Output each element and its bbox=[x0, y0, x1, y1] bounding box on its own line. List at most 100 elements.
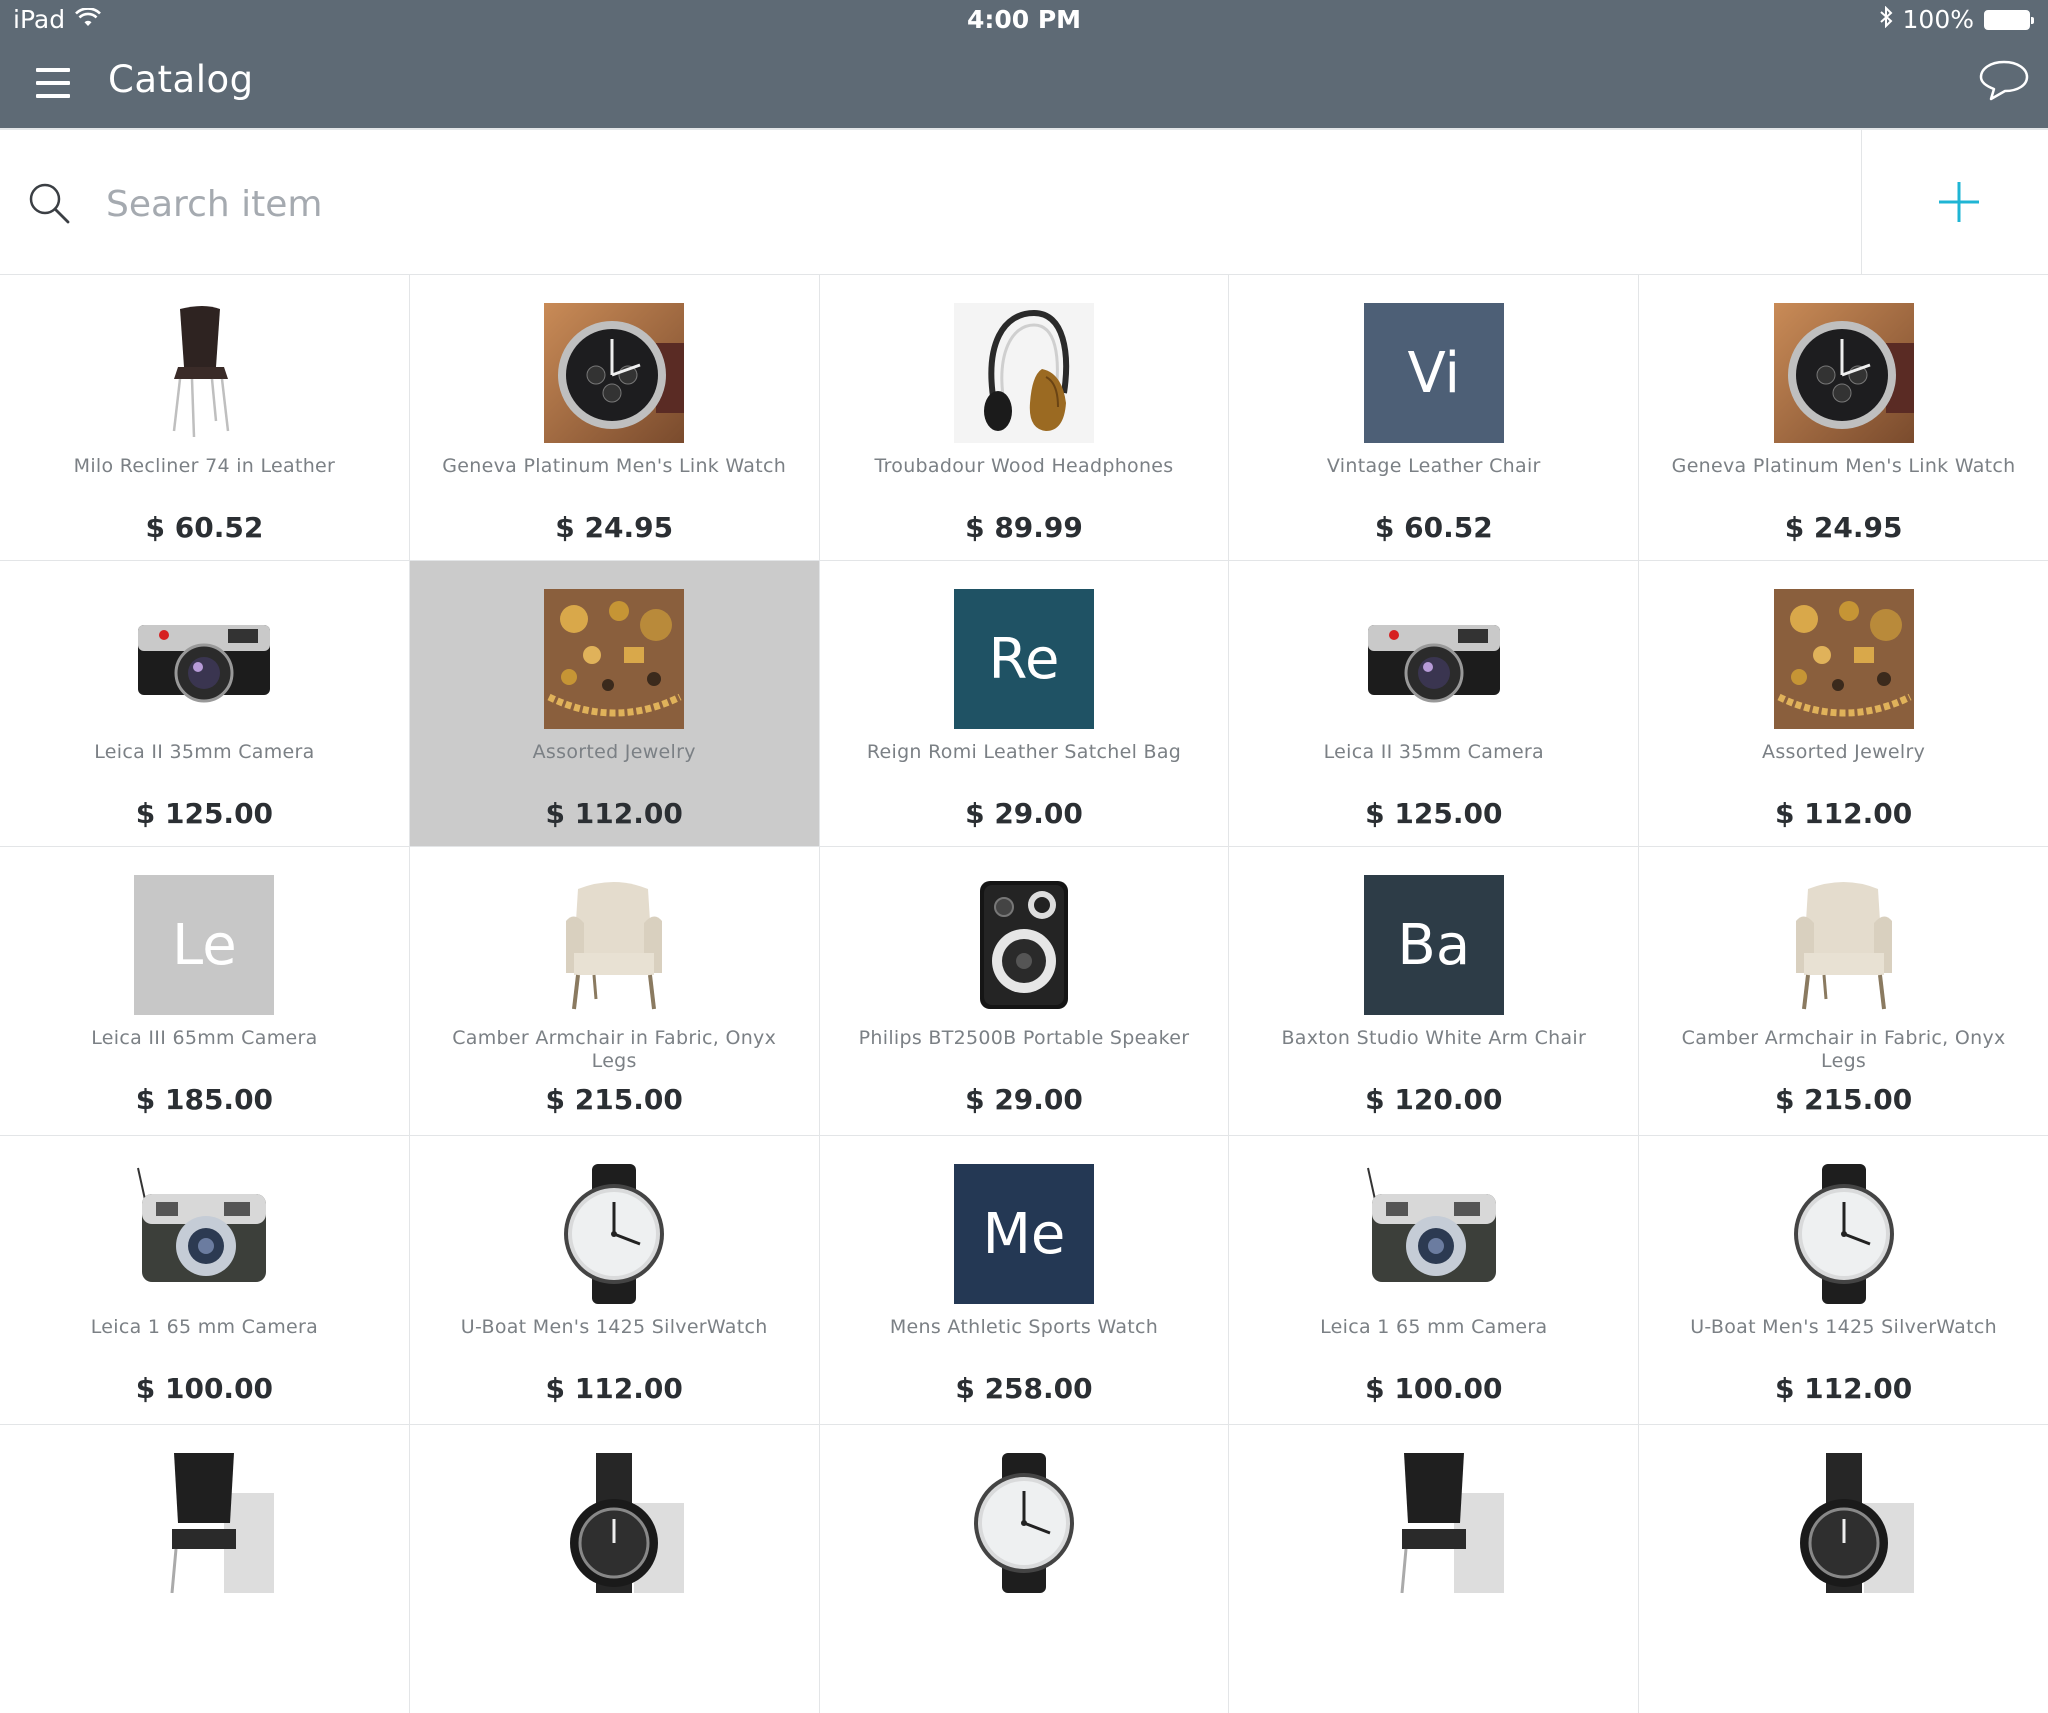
item-name: Leica III 65mm Camera bbox=[91, 1027, 318, 1049]
item-thumbnail bbox=[134, 1164, 275, 1304]
item-name: Leica II 35mm Camera bbox=[94, 741, 315, 763]
item-price: $ 125.00 bbox=[135, 797, 274, 830]
catalog-item[interactable]: U-Boat Men's 1425 SilverWatch $ 112.00 bbox=[1639, 1136, 2048, 1424]
catalog-item[interactable] bbox=[409, 1425, 819, 1713]
catalog-item[interactable] bbox=[0, 1425, 409, 1713]
catalog-item[interactable]: Ba Baxton Studio White Arm Chair $ 120.00 bbox=[1229, 847, 1639, 1135]
catalog-item[interactable]: Camber Armchair in Fabric, Onyx Legs $ 21… bbox=[409, 847, 819, 1135]
item-name: Geneva Platinum Men's Link Watch bbox=[442, 455, 787, 477]
item-price: $ 29.00 bbox=[965, 1083, 1083, 1116]
catalog-item[interactable]: Assorted Jewelry $ 112.00 bbox=[1639, 561, 2048, 846]
item-name: Baxton Studio White Arm Chair bbox=[1281, 1027, 1587, 1049]
item-name: Assorted Jewelry bbox=[532, 741, 696, 763]
item-name: Leica II 35mm Camera bbox=[1323, 741, 1544, 763]
item-price: $ 100.00 bbox=[135, 1372, 274, 1405]
item-price: $ 60.52 bbox=[1374, 511, 1493, 544]
catalog-item[interactable]: Leica 1 65 mm Camera $ 100.00 bbox=[0, 1136, 409, 1424]
speech-bubble-icon[interactable] bbox=[1978, 54, 2030, 106]
item-name: Mens Athletic Sports Watch bbox=[889, 1316, 1159, 1338]
search-bar bbox=[0, 130, 2048, 275]
item-thumbnail bbox=[953, 303, 1094, 443]
item-price: $ 215.00 bbox=[545, 1083, 683, 1116]
catalog-item[interactable]: Re Reign Romi Leather Satchel Bag $ 29.00 bbox=[819, 561, 1229, 846]
search-icon bbox=[28, 182, 72, 226]
item-thumbnail bbox=[1363, 589, 1504, 729]
item-name: Camber Armchair in Fabric, Onyx Legs bbox=[1681, 1027, 2006, 1072]
item-thumbnail bbox=[544, 1164, 685, 1304]
catalog-item[interactable]: Philips BT2500B Portable Speaker $ 29.00 bbox=[819, 847, 1229, 1135]
item-thumbnail bbox=[134, 303, 275, 443]
catalog-item[interactable]: Geneva Platinum Men's Link Watch $ 24.95 bbox=[1639, 275, 2048, 560]
plus-icon bbox=[1939, 182, 1979, 222]
battery-percent: 100% bbox=[1902, 5, 1974, 34]
item-initials: Re bbox=[953, 589, 1094, 729]
battery-icon bbox=[1984, 9, 2034, 30]
catalog-item[interactable]: Leica II 35mm Camera $ 125.00 bbox=[0, 561, 409, 846]
item-thumbnail bbox=[1773, 589, 1914, 729]
item-name: Philips BT2500B Portable Speaker bbox=[858, 1027, 1190, 1049]
item-thumbnail bbox=[1773, 1164, 1914, 1304]
catalog-item[interactable]: Leica 1 65 mm Camera $ 100.00 bbox=[1229, 1136, 1639, 1424]
item-thumbnail bbox=[134, 1453, 275, 1593]
item-initials: Le bbox=[134, 875, 275, 1015]
search-input[interactable] bbox=[104, 168, 1808, 240]
catalog-item[interactable]: Troubadour Wood Headphones $ 89.99 bbox=[819, 275, 1229, 560]
catalog-item[interactable]: Le Leica III 65mm Camera $ 185.00 bbox=[0, 847, 409, 1135]
item-price: $ 185.00 bbox=[135, 1083, 274, 1116]
search-divider bbox=[1861, 130, 1862, 274]
item-price: $ 120.00 bbox=[1365, 1083, 1503, 1116]
item-thumbnail bbox=[1773, 1453, 1914, 1593]
item-name: Assorted Jewelry bbox=[1762, 741, 1926, 763]
item-name: Troubadour Wood Headphones bbox=[874, 455, 1174, 477]
item-initials: Vi bbox=[1363, 303, 1504, 443]
item-price: $ 60.52 bbox=[145, 511, 264, 544]
item-name: Leica 1 65 mm Camera bbox=[1320, 1316, 1548, 1338]
item-thumbnail: Me bbox=[953, 1164, 1094, 1304]
item-initials: Me bbox=[953, 1164, 1094, 1304]
item-thumbnail bbox=[544, 303, 685, 443]
item-thumbnail bbox=[544, 1453, 685, 1593]
app-header: iPad 4:00 PM 100% Catalog bbox=[0, 0, 2048, 128]
title-bar: Catalog bbox=[0, 42, 2048, 128]
item-thumbnail bbox=[544, 589, 685, 729]
item-price: $ 112.00 bbox=[545, 1372, 683, 1405]
catalog-item[interactable] bbox=[819, 1425, 1229, 1713]
catalog-item[interactable]: U-Boat Men's 1425 SilverWatch $ 112.00 bbox=[409, 1136, 819, 1424]
item-thumbnail: Le bbox=[134, 875, 275, 1015]
item-price: $ 112.00 bbox=[1774, 1372, 1913, 1405]
item-thumbnail bbox=[1773, 303, 1914, 443]
catalog-item[interactable]: Milo Recliner 74 in Leather $ 60.52 bbox=[0, 275, 409, 560]
item-price: $ 89.99 bbox=[965, 511, 1083, 544]
status-bar: iPad 4:00 PM 100% bbox=[0, 0, 2048, 42]
status-time: 4:00 PM bbox=[966, 5, 1082, 34]
item-thumbnail bbox=[544, 875, 685, 1015]
item-thumbnail bbox=[1773, 875, 1914, 1015]
item-thumbnail bbox=[953, 1453, 1094, 1593]
item-price: $ 112.00 bbox=[1774, 797, 1913, 830]
page-title: Catalog bbox=[108, 58, 254, 101]
item-name: Reign Romi Leather Satchel Bag bbox=[866, 741, 1182, 763]
item-price: $ 100.00 bbox=[1365, 1372, 1503, 1405]
catalog-item[interactable] bbox=[1639, 1425, 2048, 1713]
catalog-item[interactable]: Me Mens Athletic Sports Watch $ 258.00 bbox=[819, 1136, 1229, 1424]
catalog-item[interactable]: Leica II 35mm Camera $ 125.00 bbox=[1229, 561, 1639, 846]
catalog-item[interactable]: Vi Vintage Leather Chair $ 60.52 bbox=[1229, 275, 1639, 560]
catalog-item[interactable]: Geneva Platinum Men's Link Watch $ 24.95 bbox=[409, 275, 819, 560]
catalog-item[interactable]: Assorted Jewelry $ 112.00 bbox=[409, 561, 819, 846]
item-name: U-Boat Men's 1425 SilverWatch bbox=[460, 1316, 768, 1338]
item-thumbnail bbox=[134, 589, 275, 729]
catalog-grid: Milo Recliner 74 in Leather $ 60.52 Genev… bbox=[0, 275, 2048, 1713]
item-price: $ 258.00 bbox=[955, 1372, 1093, 1405]
item-name: Vintage Leather Chair bbox=[1326, 455, 1541, 477]
item-name: U-Boat Men's 1425 SilverWatch bbox=[1690, 1316, 1997, 1338]
item-price: $ 29.00 bbox=[965, 797, 1083, 830]
item-thumbnail: Ba bbox=[1363, 875, 1504, 1015]
catalog-item[interactable]: Camber Armchair in Fabric, Onyx Legs $ 21… bbox=[1639, 847, 2048, 1135]
add-item-button[interactable] bbox=[1935, 178, 1983, 226]
item-thumbnail bbox=[953, 875, 1094, 1015]
catalog-item[interactable] bbox=[1229, 1425, 1639, 1713]
hamburger-menu-icon[interactable] bbox=[36, 68, 70, 100]
item-name: Leica 1 65 mm Camera bbox=[90, 1316, 319, 1338]
item-initials: Ba bbox=[1363, 875, 1504, 1015]
item-price: $ 112.00 bbox=[545, 797, 683, 830]
